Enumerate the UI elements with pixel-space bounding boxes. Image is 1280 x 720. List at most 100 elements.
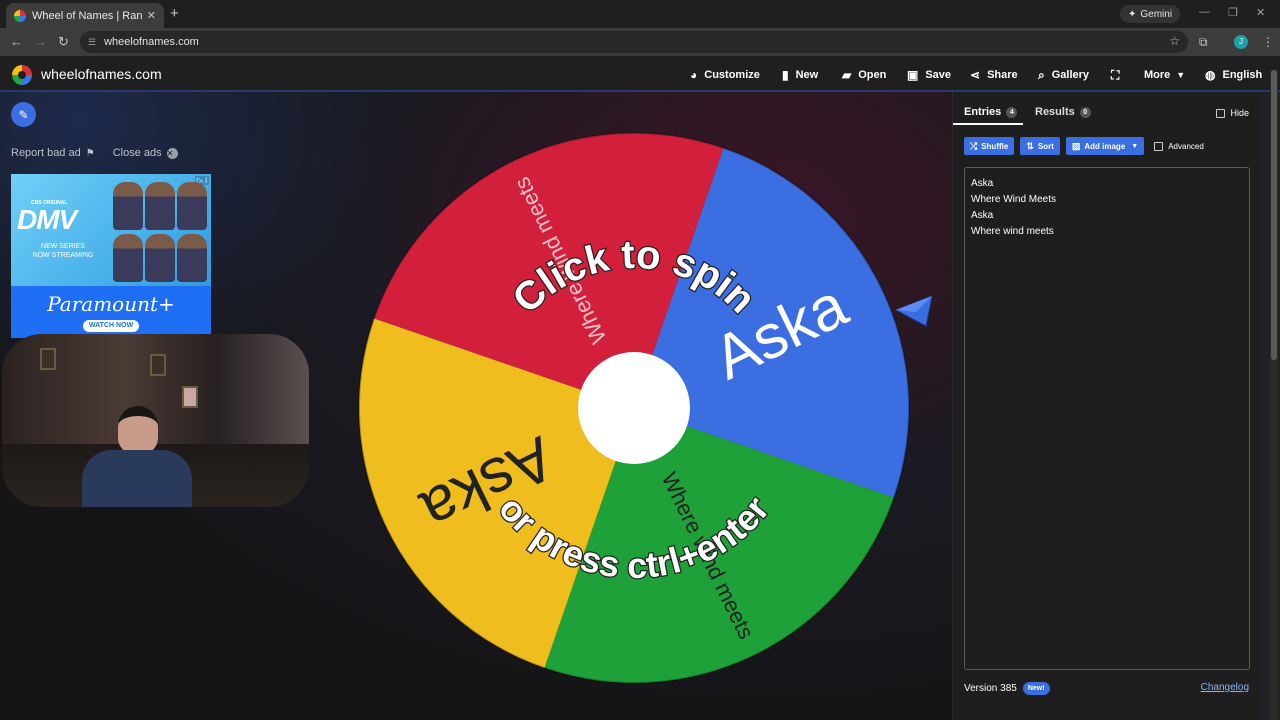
ad-controls: Report bad ad ⚑ Close ads ✕ — [11, 147, 178, 159]
wheel-center-hub[interactable] — [578, 352, 690, 464]
window-close-icon[interactable]: ✕ — [1256, 6, 1265, 19]
back-icon[interactable]: ← — [10, 34, 23, 49]
streamer-figure — [82, 406, 192, 507]
wheel-svg[interactable]: Where wind meets AskaWhere wind meetsAska… — [358, 132, 910, 684]
sort-icon: ⇅ — [1026, 140, 1034, 151]
site-info-icon[interactable]: ☰ — [88, 37, 96, 48]
shuffle-button[interactable]: ⤮ Shuffle — [964, 137, 1015, 155]
reload-icon[interactable]: ↻ — [58, 34, 69, 50]
share-label: Share — [987, 69, 1018, 81]
gallery-button[interactable]: ⌕ Gallery — [1038, 67, 1089, 83]
new-badge: New! — [1022, 682, 1050, 695]
url-field[interactable]: ☰ wheelofnames.com ☆ — [80, 31, 1188, 53]
tab-title: Wheel of Names | Random nam — [32, 9, 143, 22]
wheel-logo-icon[interactable] — [12, 65, 32, 85]
image-icon: ▨ — [1071, 140, 1081, 151]
browser-menu-icon[interactable]: ⋮ — [1262, 35, 1274, 49]
open-label: Open — [858, 69, 887, 81]
advanced-label: Advanced — [1168, 141, 1204, 151]
folder-open-icon: ▰ — [842, 68, 852, 82]
chevron-down-icon: ▼ — [1131, 142, 1139, 150]
entries-textarea[interactable]: Aska Where Wind Meets Aska Where wind me… — [964, 167, 1250, 670]
webcam-overlay — [2, 334, 309, 507]
close-icon: ✕ — [166, 147, 178, 159]
language-label: English — [1222, 69, 1263, 81]
panel-tabs: Entries 4 Results 0 Hide — [953, 92, 1261, 126]
sort-button[interactable]: ⇅ Sort — [1020, 137, 1060, 155]
ad-banner-bottom: Paramount+ WATCH NOW — [11, 286, 211, 338]
shuffle-label: Shuffle — [981, 141, 1009, 151]
globe-icon: ◍ — [1205, 68, 1216, 82]
save-icon: ▣ — [907, 68, 919, 82]
gemini-sparkle-icon: ✦ — [1128, 8, 1137, 20]
fullscreen-icon: ⛶ — [1111, 67, 1120, 82]
forward-icon[interactable]: → — [34, 34, 47, 49]
restore-icon[interactable]: ❐ — [1228, 6, 1238, 19]
chevron-down-icon: ▼ — [1176, 70, 1186, 80]
language-button[interactable]: ◍ English — [1205, 67, 1262, 83]
save-button[interactable]: ▣ Save — [907, 67, 951, 83]
browser-tab[interactable]: Wheel of Names | Random nam ✕ — [6, 3, 164, 28]
palette-icon: ◕ — [690, 68, 698, 82]
new-tab-button[interactable]: + — [170, 5, 179, 22]
entries-tab-label: Entries — [964, 106, 1002, 118]
more-label: More — [1144, 69, 1171, 81]
tab-close-icon[interactable]: ✕ — [147, 9, 156, 22]
app-header: wheelofnames.com ◕ Customize ▮ New ▰ Ope… — [0, 58, 1280, 92]
bookmark-star-icon[interactable]: ☆ — [1169, 34, 1180, 48]
entry-line: Aska — [971, 210, 994, 221]
ad-watch-now-button[interactable]: WATCH NOW — [83, 320, 139, 332]
new-button[interactable]: ▮ New — [782, 67, 818, 83]
version-info: Version 385 New! — [964, 682, 1050, 695]
results-count-badge: 0 — [1079, 106, 1091, 118]
customize-label: Customize — [704, 69, 760, 81]
close-ads-link[interactable]: Close ads ✕ — [113, 147, 178, 159]
add-image-button[interactable]: ▨ Add image ▼ — [1065, 137, 1145, 155]
shuffle-icon: ⤮ — [970, 140, 978, 151]
gemini-button[interactable]: ✦ Gemini — [1120, 5, 1181, 23]
minimize-icon[interactable]: — — [1199, 6, 1210, 18]
scrollbar-thumb[interactable] — [1271, 70, 1277, 360]
ad-cast-photo — [111, 180, 211, 286]
profile-avatar[interactable]: J — [1234, 35, 1248, 49]
page-scrollbar[interactable] — [1270, 70, 1278, 720]
fullscreen-button[interactable]: ⛶ — [1111, 67, 1126, 83]
report-bad-ad-link[interactable]: Report bad ad ⚑ — [11, 147, 95, 159]
wheel-pointer-icon — [894, 296, 933, 327]
hide-checkbox[interactable]: Hide — [1216, 108, 1249, 118]
ad-banner-top: ▷ i CBS ORIGINAL DMV NEW SERIES NOW STRE… — [11, 174, 211, 286]
search-icon: ⌕ — [1038, 67, 1045, 82]
tab-entries[interactable]: Entries 4 — [964, 106, 1018, 118]
ad-series-label: NEW SERIES NOW STREAMING — [32, 243, 94, 259]
changelog-link[interactable]: Changelog — [1201, 682, 1249, 693]
customize-button[interactable]: ◕ Customize — [690, 67, 760, 83]
advanced-checkbox[interactable]: Advanced — [1154, 141, 1204, 151]
advanced-checkbox-box[interactable] — [1154, 141, 1164, 151]
cast-icon[interactable]: ⧉ — [1199, 35, 1208, 50]
edit-button[interactable]: ✎ — [11, 102, 36, 127]
wheel[interactable]: Where wind meets Aska Where wind meets Aska… — [358, 132, 910, 684]
tab-results[interactable]: Results 0 — [1035, 106, 1091, 118]
address-bar-row: ← → ↻ ☰ wheelofnames.com ☆ ⧉ J ⋮ — [0, 28, 1280, 56]
sort-label: Sort — [1037, 141, 1054, 151]
open-button[interactable]: ▰ Open — [842, 67, 886, 83]
more-button[interactable]: More ▼ — [1144, 67, 1185, 83]
entries-toolbar: ⤮ Shuffle ⇅ Sort ▨ Add image ▼ Advanced — [964, 137, 1204, 155]
entries-panel: Entries 4 Results 0 Hide ⤮ Shuffle ⇅ Sor… — [952, 92, 1260, 720]
wheel-stage: ✎ Report bad ad ⚑ Close ads ✕ ▷ i CBS OR… — [0, 92, 952, 720]
add-image-label: Add image — [1084, 141, 1126, 151]
site-title[interactable]: wheelofnames.com — [41, 66, 162, 82]
share-icon: ⋖ — [970, 68, 981, 82]
url-text: wheelofnames.com — [104, 36, 199, 48]
report-bad-ad-label: Report bad ad — [11, 147, 81, 159]
results-tab-label: Results — [1035, 106, 1075, 118]
hide-checkbox-box[interactable] — [1216, 108, 1226, 118]
wheel-favicon-icon — [14, 9, 26, 22]
ad-show-title: DMV — [17, 204, 77, 235]
browser-tab-bar: Wheel of Names | Random nam ✕ + ✦ Gemini… — [0, 0, 1280, 28]
close-ads-label: Close ads — [112, 147, 162, 159]
advertisement[interactable]: ▷ i CBS ORIGINAL DMV NEW SERIES NOW STRE… — [11, 174, 211, 338]
entry-line: Where Wind Meets — [971, 194, 1057, 205]
entries-count-badge: 4 — [1006, 106, 1018, 118]
share-button[interactable]: ⋖ Share — [970, 67, 1018, 83]
